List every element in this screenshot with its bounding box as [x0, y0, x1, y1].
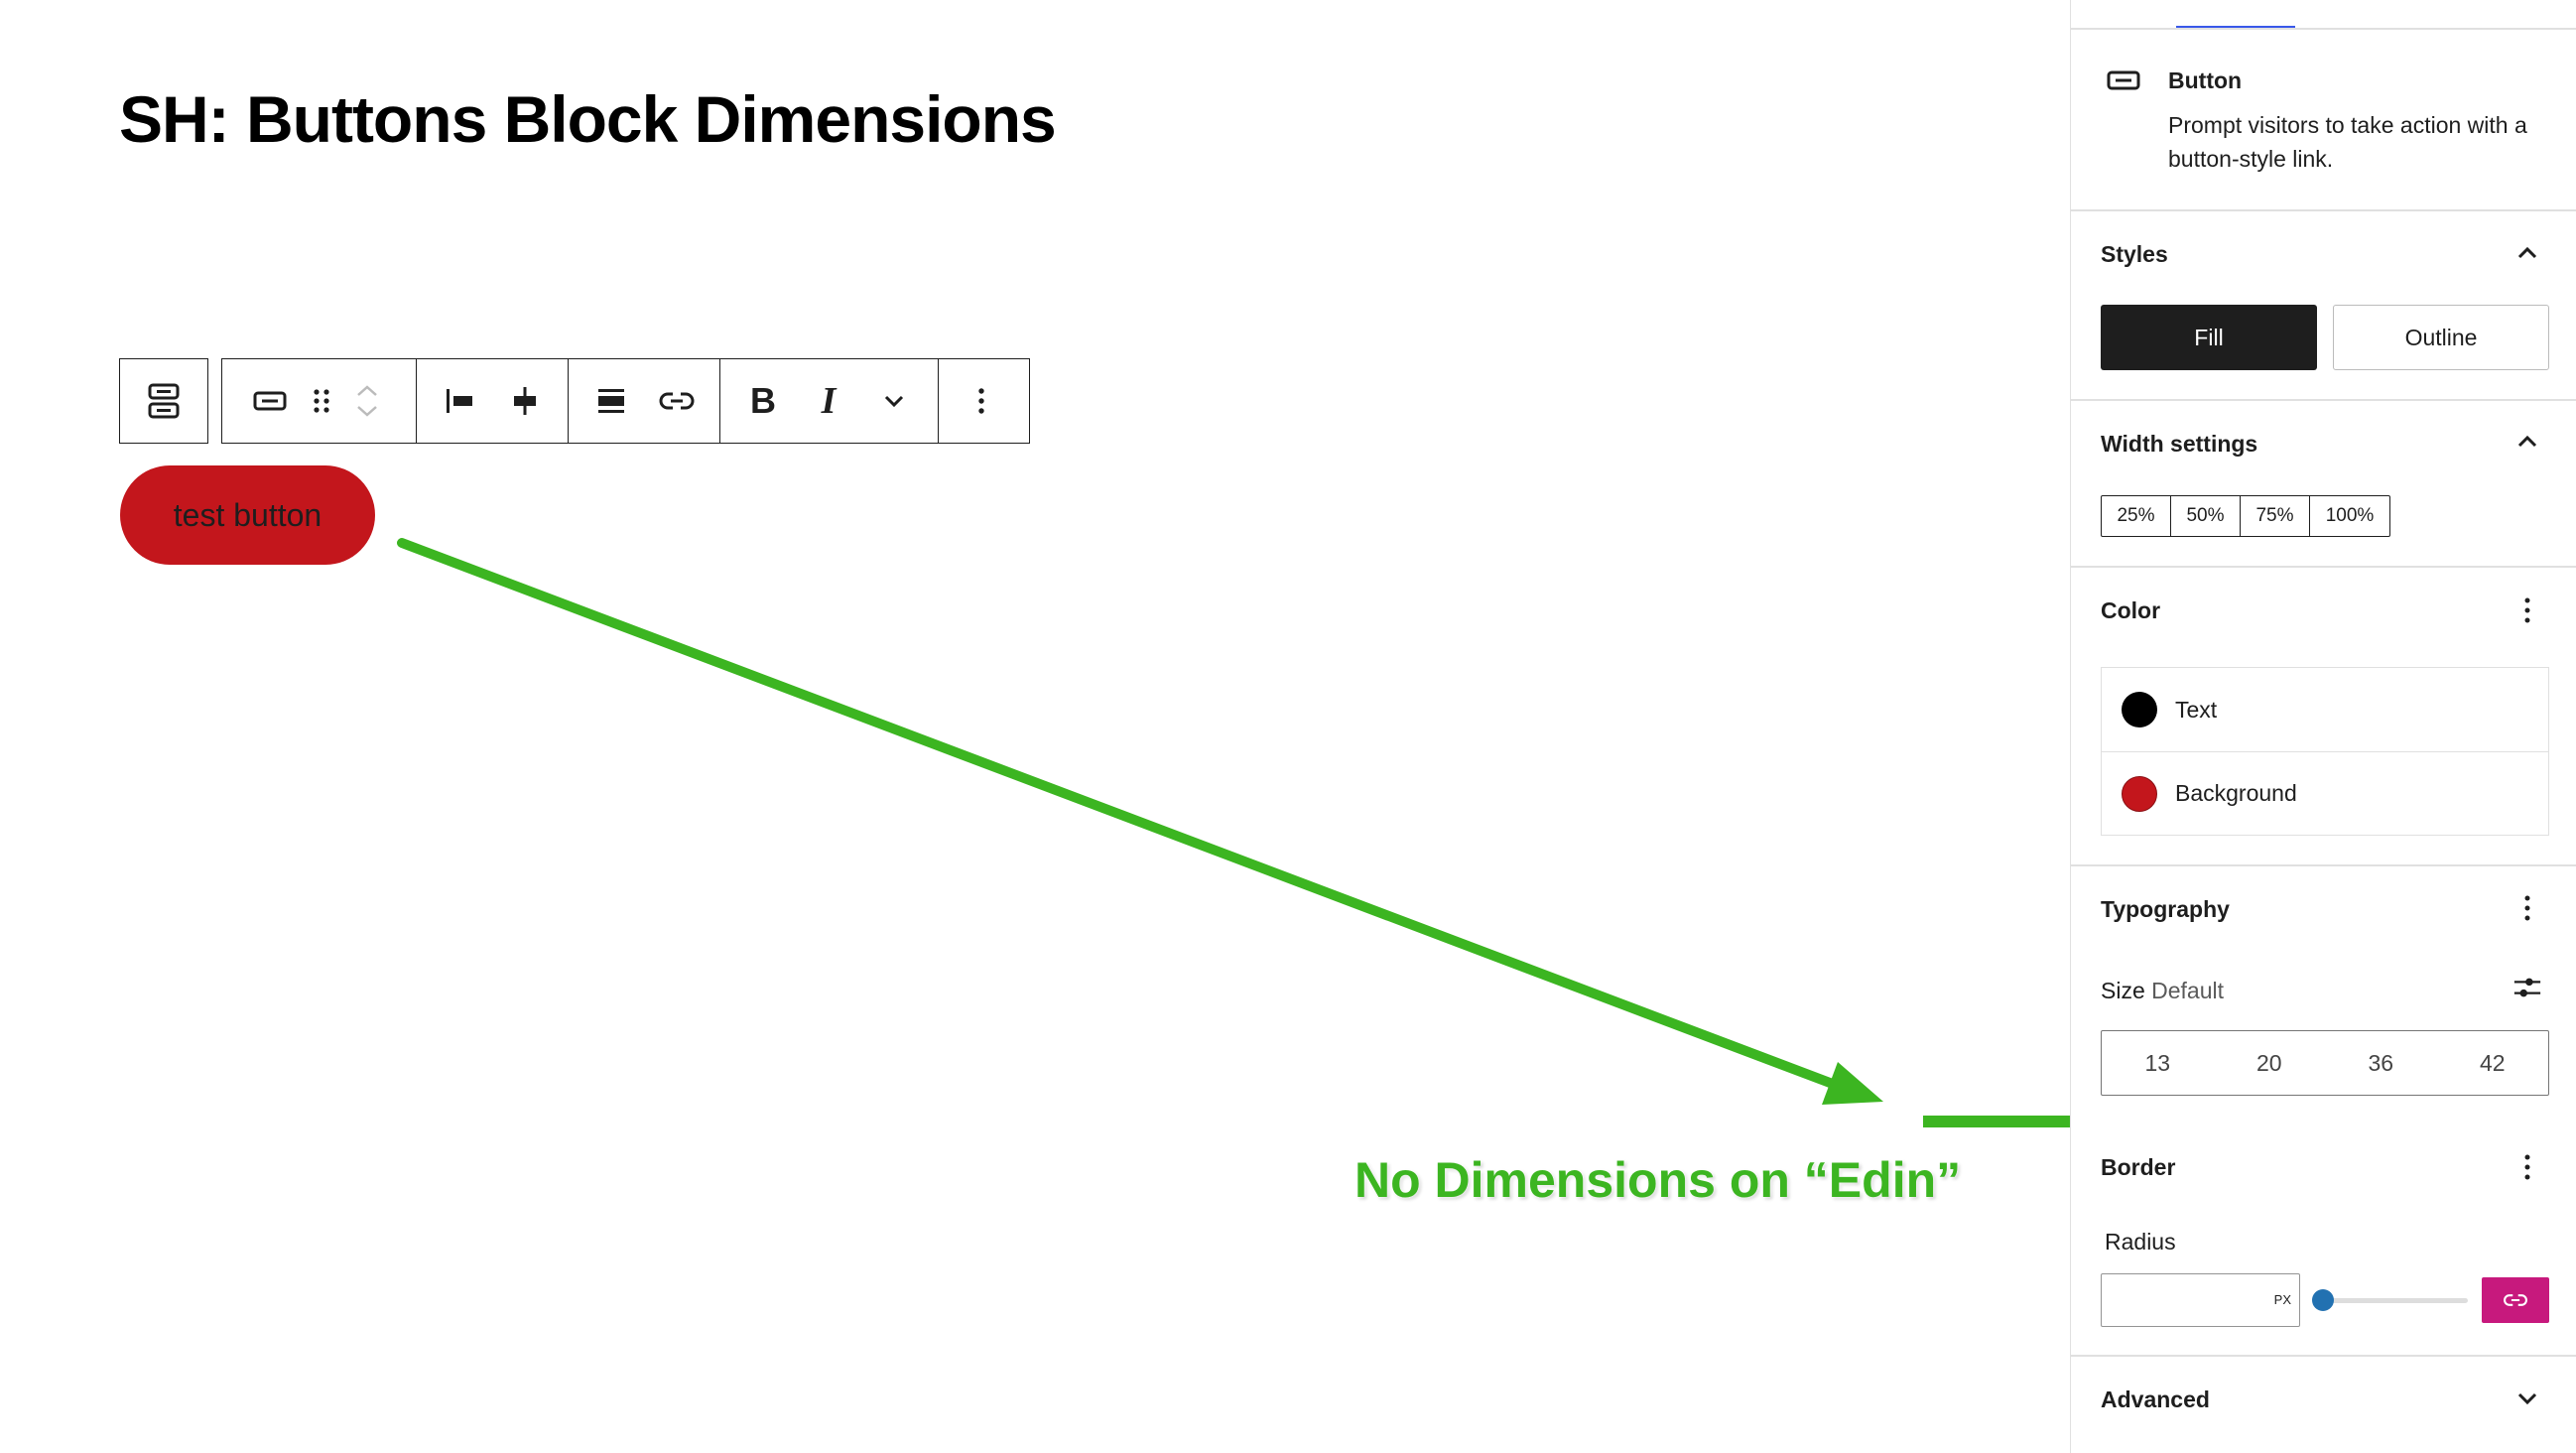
- button-block-icon: [2107, 70, 2140, 90]
- advanced-expand-toggle[interactable]: [2512, 1384, 2542, 1413]
- justify-left-icon: [447, 389, 472, 413]
- italic-icon: I: [821, 380, 837, 422]
- width-option-100[interactable]: 100%: [2310, 496, 2389, 536]
- link-icon: [2504, 1294, 2527, 1306]
- annotation-text: No Dimensions on “Edin”: [1354, 1152, 1962, 1208]
- more-vertical-icon: [978, 388, 984, 414]
- test-button[interactable]: test button: [120, 465, 375, 565]
- block-type-button[interactable]: [244, 359, 296, 443]
- link-radius-sides-button[interactable]: [2482, 1277, 2549, 1323]
- more-vertical-icon: [2524, 1154, 2530, 1180]
- chevron-down-icon: [884, 395, 904, 408]
- align-button[interactable]: [579, 359, 644, 443]
- width-settings-panel-title[interactable]: Width settings: [2101, 431, 2257, 458]
- block-options-button[interactable]: [949, 359, 1014, 443]
- color-options-button[interactable]: [2512, 595, 2542, 625]
- styles-collapse-toggle[interactable]: [2512, 238, 2542, 268]
- font-size-option-42[interactable]: 42: [2437, 1031, 2549, 1095]
- move-up-icon[interactable]: [355, 384, 379, 398]
- color-item-text[interactable]: Text: [2102, 668, 2548, 751]
- justify-center-button[interactable]: [492, 359, 558, 443]
- button-block-icon: [253, 391, 287, 411]
- bold-icon: B: [750, 380, 776, 421]
- custom-size-button[interactable]: [2512, 973, 2542, 1002]
- color-item-label: Text: [2175, 696, 2218, 723]
- width-option-25[interactable]: 25%: [2102, 496, 2171, 536]
- bold-button[interactable]: B: [730, 359, 796, 443]
- divider: [2071, 1355, 2576, 1357]
- toolbar-group-align-link: [569, 359, 720, 443]
- select-parent-block-button[interactable]: [119, 358, 208, 444]
- divider: [2071, 209, 2576, 211]
- toolbar-group-justify: [417, 359, 569, 443]
- color-item-background[interactable]: Background: [2102, 751, 2548, 835]
- divider: [2071, 566, 2576, 568]
- width-option-50[interactable]: 50%: [2171, 496, 2241, 536]
- divider: [2071, 399, 2576, 401]
- font-size-option-36[interactable]: 36: [2325, 1031, 2437, 1095]
- buttons-block-icon: [148, 383, 180, 419]
- post-title[interactable]: SH: Buttons Block Dimensions: [119, 81, 1057, 157]
- width-options: 25% 50% 75% 100%: [2101, 495, 2390, 537]
- chevron-up-icon: [2517, 246, 2537, 259]
- block-settings-sidebar: Button Prompt visitors to take action wi…: [2070, 0, 2576, 1453]
- font-size-label: Size Default: [2101, 978, 2224, 1004]
- divider: [2071, 864, 2576, 866]
- font-size-value: Default: [2151, 978, 2225, 1003]
- chevron-up-icon: [2517, 435, 2537, 448]
- background-color-swatch: [2122, 775, 2157, 812]
- text-color-swatch: [2122, 692, 2157, 727]
- width-option-75[interactable]: 75%: [2241, 496, 2310, 536]
- block-toolbar: B I: [221, 358, 1030, 444]
- block-mover: [347, 359, 387, 443]
- block-card-title: Button: [2168, 67, 2243, 93]
- move-down-icon[interactable]: [355, 404, 379, 418]
- font-size-option-20[interactable]: 20: [2214, 1031, 2326, 1095]
- drag-handle[interactable]: [300, 359, 343, 443]
- radius-label: Radius: [2105, 1229, 2176, 1255]
- justify-left-button[interactable]: [427, 359, 492, 443]
- toolbar-group-format: B I: [720, 359, 939, 443]
- link-icon: [659, 392, 695, 410]
- styles-panel-title[interactable]: Styles: [2101, 241, 2168, 268]
- style-fill-button[interactable]: Fill: [2101, 305, 2317, 370]
- font-size-option-13[interactable]: 13: [2102, 1031, 2214, 1095]
- more-vertical-icon: [2524, 597, 2530, 623]
- toolbar-group-block: [222, 359, 417, 443]
- toolbar-group-options: [939, 359, 1024, 443]
- border-panel-title: Border: [2101, 1154, 2176, 1180]
- color-item-label: Background: [2175, 780, 2297, 806]
- radius-input[interactable]: PX: [2101, 1273, 2300, 1327]
- more-formatting-button[interactable]: [861, 359, 927, 443]
- color-panel-title: Color: [2101, 597, 2161, 623]
- more-vertical-icon: [2524, 895, 2530, 921]
- radius-slider-track[interactable]: [2321, 1298, 2468, 1303]
- chevron-down-icon: [2517, 1392, 2537, 1405]
- radius-unit[interactable]: PX: [2274, 1292, 2291, 1307]
- advanced-panel-title[interactable]: Advanced: [2101, 1387, 2210, 1413]
- font-size-picker: 13 20 36 42: [2101, 1030, 2549, 1096]
- block-card-description: Prompt visitors to take action with a bu…: [2168, 112, 2527, 172]
- typography-panel-title: Typography: [2101, 896, 2230, 922]
- italic-button[interactable]: I: [796, 359, 861, 443]
- link-button[interactable]: [644, 359, 709, 443]
- block-card: Button Prompt visitors to take action wi…: [2107, 64, 2565, 176]
- justify-center-icon: [514, 387, 536, 415]
- width-settings-collapse-toggle[interactable]: [2512, 427, 2542, 457]
- drag-handle-icon: [314, 389, 329, 413]
- font-size-title: Size: [2101, 978, 2145, 1003]
- typography-options-button[interactable]: [2512, 893, 2542, 923]
- radius-slider-thumb[interactable]: [2312, 1289, 2334, 1311]
- style-outline-button[interactable]: Outline: [2333, 305, 2549, 370]
- sliders-icon: [2513, 978, 2541, 997]
- align-wide-icon: [598, 389, 624, 413]
- color-list: Text Background: [2101, 667, 2549, 836]
- divider: [2071, 28, 2576, 30]
- border-options-button[interactable]: [2512, 1152, 2542, 1182]
